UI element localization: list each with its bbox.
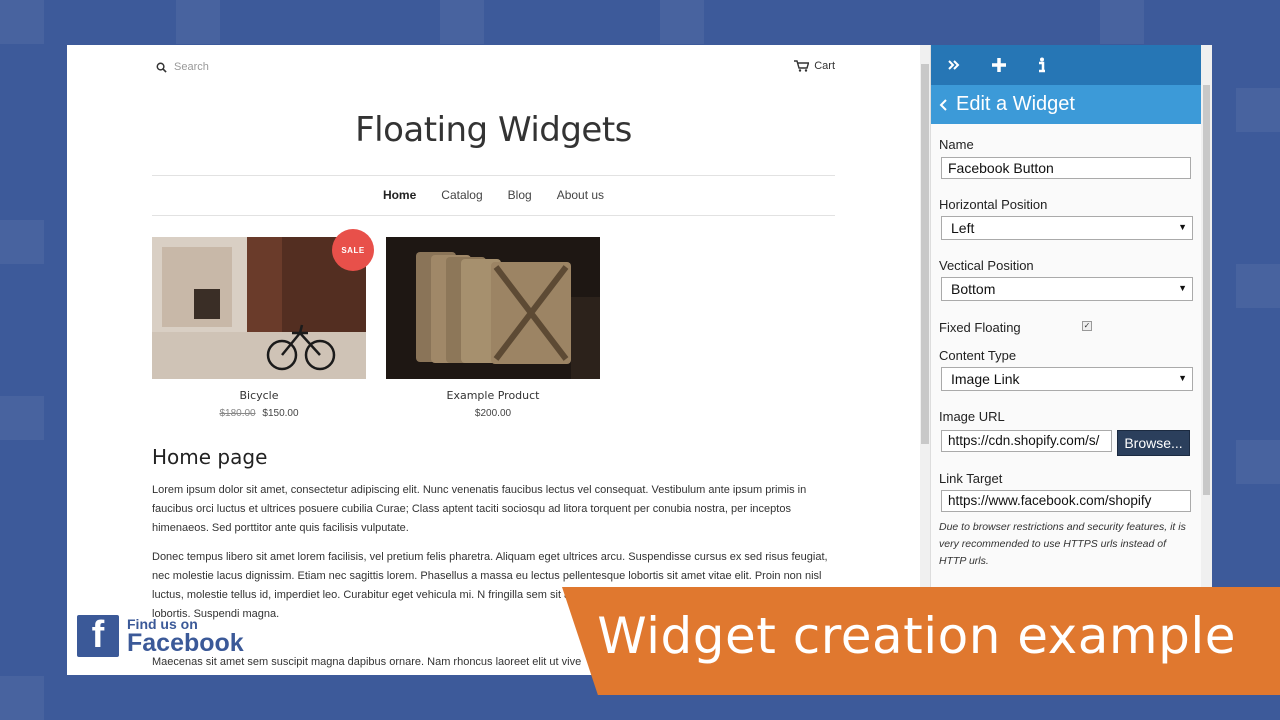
vpos-select[interactable]: Bottom ▼ xyxy=(941,277,1193,301)
facebook-floating-widget[interactable]: f Find us on Facebook xyxy=(77,614,244,657)
collapse-icon[interactable] xyxy=(947,58,961,72)
search-bar[interactable]: Search xyxy=(156,61,209,73)
cart-icon xyxy=(794,60,810,72)
home-page-heading: Home page xyxy=(152,445,268,469)
nav-item-blog[interactable]: Blog xyxy=(508,188,532,202)
header-divider xyxy=(152,175,835,176)
search-placeholder: Search xyxy=(174,61,209,73)
panel-scrollbar-thumb[interactable] xyxy=(1203,85,1210,495)
product-name[interactable]: Bicycle xyxy=(152,389,366,402)
vpos-label: Vectical Position xyxy=(939,258,1034,273)
nav-divider xyxy=(152,215,835,216)
dropdown-caret-icon: ▼ xyxy=(1178,283,1187,293)
price: $200.00 xyxy=(474,408,512,419)
store-page: Search Cart Floating Widgets Home Catalo… xyxy=(67,45,920,675)
info-icon[interactable] xyxy=(1037,57,1047,73)
image-url-label: Image URL xyxy=(939,409,1005,424)
site-title[interactable]: Floating Widgets xyxy=(67,110,920,150)
facebook-widget-text: Find us on Facebook xyxy=(127,617,244,656)
dropdown-caret-icon: ▼ xyxy=(1178,373,1187,383)
sale-badge: SALE xyxy=(332,229,374,271)
add-icon[interactable] xyxy=(991,57,1007,73)
nav-item-home[interactable]: Home xyxy=(383,188,416,202)
content-type-select[interactable]: Image Link ▼ xyxy=(941,367,1193,391)
hpos-label: Horizontal Position xyxy=(939,197,1048,212)
sale-price: $150.00 xyxy=(262,408,299,419)
caption-text: Widget creation example xyxy=(597,607,1236,665)
link-target-label: Link Target xyxy=(939,471,1003,486)
fixed-floating-label: Fixed Floating xyxy=(939,320,1021,335)
product-card-example[interactable]: Example Product $200.00 xyxy=(386,237,600,419)
widget-panel: Edit a Widget Name Facebook Button Horiz… xyxy=(930,45,1202,675)
facebook-icon: f xyxy=(77,614,119,657)
panel-header: Edit a Widget xyxy=(931,85,1202,124)
facebook-line-2: Facebook xyxy=(127,628,244,657)
fixed-floating-checkbox[interactable]: ✓ xyxy=(1082,321,1092,331)
content-type-label: Content Type xyxy=(939,348,1017,363)
back-chevron-icon[interactable] xyxy=(939,98,948,112)
hpos-value: Left xyxy=(951,220,975,236)
nav-item-about[interactable]: About us xyxy=(557,188,604,202)
dropdown-caret-icon: ▼ xyxy=(1178,222,1187,232)
panel-title: Edit a Widget xyxy=(956,93,1075,115)
product-name[interactable]: Example Product xyxy=(386,389,600,402)
name-label: Name xyxy=(939,137,974,152)
old-price: $180.00 xyxy=(219,408,256,419)
https-note: Due to browser restrictions and security… xyxy=(939,521,1186,567)
vpos-value: Bottom xyxy=(951,281,996,297)
search-icon xyxy=(156,62,167,73)
caption-banner: Widget creation example xyxy=(562,587,1280,695)
store-scrollbar[interactable] xyxy=(920,45,930,675)
product-image-example[interactable] xyxy=(386,237,600,379)
paragraph-1: Lorem ipsum dolor sit amet, consectetur … xyxy=(152,484,807,534)
product-price: $200.00 xyxy=(386,408,600,419)
main-nav: Home Catalog Blog About us xyxy=(67,188,920,202)
nav-item-catalog[interactable]: Catalog xyxy=(441,188,482,202)
cart-link[interactable]: Cart xyxy=(794,60,835,72)
link-target-input[interactable]: https://www.facebook.com/shopify xyxy=(941,490,1191,512)
panel-scrollbar[interactable] xyxy=(1201,45,1212,675)
content-type-value: Image Link xyxy=(951,371,1020,387)
product-card-bicycle[interactable]: Bicycle $180.00 $150.00 xyxy=(152,237,366,419)
panel-toolbar xyxy=(931,45,1202,85)
hpos-select[interactable]: Left ▼ xyxy=(941,216,1193,240)
browse-button[interactable]: Browse... xyxy=(1117,430,1190,456)
store-scrollbar-thumb[interactable] xyxy=(921,64,929,444)
name-input[interactable]: Facebook Button xyxy=(941,157,1191,179)
cart-label: Cart xyxy=(814,60,835,72)
image-url-input[interactable]: https://cdn.shopify.com/s/ xyxy=(941,430,1112,452)
product-price: $180.00 $150.00 xyxy=(152,408,366,419)
